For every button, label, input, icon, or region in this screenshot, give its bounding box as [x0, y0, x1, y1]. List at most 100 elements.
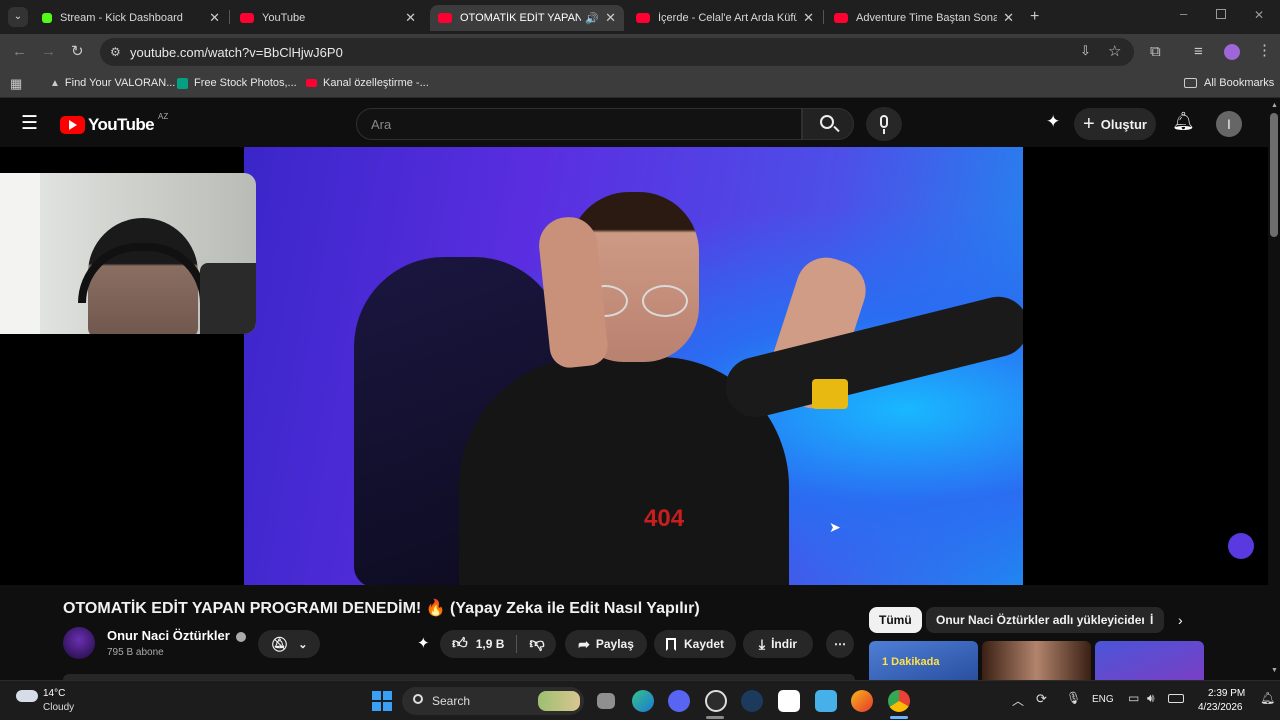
microphone-icon	[880, 115, 888, 128]
channel-avatar[interactable]	[63, 627, 95, 659]
windows-start-icon[interactable]	[372, 691, 392, 711]
like-thumb-icon[interactable]: 👍︎	[452, 635, 468, 653]
notifications-bell-icon[interactable]: 🔔︎	[1172, 111, 1195, 132]
tab-active-video[interactable]: OTOMATİK EDİT YAPAN PRO 🔊 ✕	[430, 5, 624, 31]
youtube-icon	[834, 13, 848, 23]
hamburger-menu-icon[interactable]: ☰	[21, 112, 38, 135]
dislike-thumb-icon[interactable]: 👎︎	[529, 635, 544, 653]
share-button[interactable]: ➦ Paylaş	[565, 630, 647, 658]
speaker-icon[interactable]: 🔊	[585, 12, 599, 25]
video-frame[interactable]: 404	[244, 147, 1023, 585]
chevron-down-icon: ⌄	[298, 638, 308, 651]
subscriber-count: 795 B abone	[107, 647, 164, 658]
tab-kick-dashboard[interactable]: Stream - Kick Dashboard ✕	[34, 5, 228, 31]
bookmark-icon	[665, 637, 676, 651]
media-controls-icon[interactable]: ≡	[1194, 44, 1203, 60]
language-indicator[interactable]: ENG	[1092, 694, 1114, 705]
show-hidden-icons-chevron[interactable]: ︿	[1012, 692, 1024, 709]
clock-time[interactable]: 2:39 PM	[1208, 688, 1245, 699]
menu-kebab-icon[interactable]: ⋮	[1257, 43, 1272, 59]
browser-toolbar: ← → ↻ ⚙ youtube.com/watch?v=BbClHjwJ6P0 …	[0, 34, 1280, 70]
microphone-icon[interactable]: 🎙︎	[1066, 691, 1081, 705]
sparkle-icon[interactable]: ✦	[1046, 112, 1060, 132]
chip-all[interactable]: Tümü	[869, 607, 922, 633]
window-close-icon[interactable]: ✕	[1254, 8, 1264, 22]
search-button[interactable]	[802, 108, 854, 140]
bookmark-star-icon[interactable]: ☆	[1108, 42, 1121, 60]
steam-icon[interactable]	[741, 690, 763, 712]
chip-related[interactable]: İ	[1144, 607, 1164, 633]
shirt-logo: 404	[644, 505, 685, 532]
create-button[interactable]: + Oluştur	[1074, 108, 1156, 140]
notification-center-icon[interactable]: 🔔︎	[1260, 691, 1275, 705]
new-tab-plus-icon[interactable]: +	[1030, 8, 1039, 26]
recommended-thumbnail[interactable]	[1095, 641, 1204, 680]
save-button[interactable]: Kaydet	[654, 630, 736, 658]
sync-icon[interactable]: ⟳	[1036, 691, 1047, 707]
notepad-icon[interactable]	[815, 690, 837, 712]
close-icon[interactable]: ✕	[209, 10, 220, 26]
install-app-icon[interactable]: ⇩	[1080, 43, 1091, 59]
download-button[interactable]: ⤓ İndir	[743, 630, 813, 658]
maximize-icon[interactable]	[1216, 9, 1226, 19]
tab-title: YouTube	[262, 12, 306, 24]
chips-next-chevron-icon[interactable]: ›	[1178, 612, 1183, 628]
tab-youtube[interactable]: YouTube ✕	[232, 5, 424, 31]
taskbar-active-indicator	[706, 716, 724, 719]
apps-grid-icon[interactable]: ▦	[10, 76, 22, 92]
sparkle-ask-icon[interactable]: ✦	[417, 634, 430, 652]
tab-search-button[interactable]: ⌄	[8, 7, 28, 27]
site-info-icon[interactable]: ⚙	[110, 45, 121, 59]
more-dots-icon: ⋯	[834, 637, 846, 651]
close-icon[interactable]: ✕	[803, 10, 814, 26]
discord-icon[interactable]	[668, 690, 690, 712]
taskbar-active-indicator	[890, 716, 908, 719]
network-icon[interactable]: ▭	[1128, 691, 1139, 705]
bookmark-kanal[interactable]: Kanal özelleştirme -...	[306, 77, 429, 89]
chip-from-uploader[interactable]: Onur Naci Öztürkler adlı yükleyiciden	[926, 607, 1159, 633]
close-icon[interactable]: ✕	[1003, 10, 1014, 26]
account-avatar[interactable]: I	[1216, 111, 1242, 137]
task-view-icon[interactable]	[597, 693, 615, 709]
edge-icon[interactable]	[632, 690, 654, 712]
more-actions-button[interactable]: ⋯	[826, 630, 854, 658]
tab-title: OTOMATİK EDİT YAPAN PRO	[460, 12, 582, 24]
address-bar[interactable]: ⚙ youtube.com/watch?v=BbClHjwJ6P0 ⇩ ☆	[100, 38, 1134, 66]
search-input[interactable]: Ara	[356, 108, 802, 140]
recommended-thumbnail[interactable]	[982, 641, 1091, 680]
tab-icerde[interactable]: İçerde - Celal'e Art Arda Küfürle ✕	[628, 5, 822, 31]
tab-adventure-time[interactable]: Adventure Time Baştan Sona Tü ✕	[826, 5, 1022, 31]
app-icon[interactable]	[851, 690, 873, 712]
subscribe-bell-icon[interactable]	[1228, 533, 1254, 559]
youtube-logo[interactable]: YouTube AZ	[60, 112, 168, 135]
voice-search-button[interactable]	[866, 107, 902, 141]
bookmark-pexels[interactable]: Free Stock Photos,...	[177, 77, 297, 89]
reload-icon[interactable]: ↻	[71, 44, 84, 60]
chrome-icon[interactable]	[888, 690, 910, 712]
minimize-icon[interactable]: –	[1180, 6, 1187, 21]
volume-icon[interactable]: 🔊︎	[1147, 691, 1155, 706]
page-scrollbar[interactable]: ▲ ▼	[1268, 99, 1280, 680]
weather-temp[interactable]: 14°C	[43, 688, 65, 699]
bookmark-valorant[interactable]: ▲ Find Your VALORAN...	[50, 77, 175, 89]
extensions-icon[interactable]: ⧉	[1150, 44, 1161, 60]
scrollbar-thumb[interactable]	[1270, 113, 1278, 237]
close-icon[interactable]: ✕	[605, 10, 616, 26]
like-count[interactable]: 1,9 B	[476, 637, 505, 651]
url-text[interactable]: youtube.com/watch?v=BbClHjwJ6P0	[130, 45, 343, 60]
forward-arrow-icon[interactable]: →	[41, 44, 56, 60]
capcut-icon[interactable]	[778, 690, 800, 712]
clock-date[interactable]: 4/23/2026	[1198, 702, 1243, 713]
profile-avatar[interactable]	[1224, 44, 1240, 60]
bell-off-icon: 🔕︎	[270, 635, 289, 652]
taskbar-search-box[interactable]: Search	[402, 687, 584, 715]
subscribed-button[interactable]: 🔕︎ ⌄	[258, 630, 320, 658]
all-bookmarks[interactable]: All Bookmarks	[1184, 77, 1274, 89]
recommended-thumbnail[interactable]: 1 Dakikada	[869, 641, 978, 680]
obs-icon[interactable]	[705, 690, 727, 712]
close-icon[interactable]: ✕	[405, 10, 416, 26]
battery-icon[interactable]	[1168, 694, 1184, 703]
back-arrow-icon[interactable]: ←	[12, 44, 27, 60]
channel-name[interactable]: Onur Naci Öztürkler	[107, 628, 247, 643]
weather-desc[interactable]: Cloudy	[43, 702, 74, 713]
